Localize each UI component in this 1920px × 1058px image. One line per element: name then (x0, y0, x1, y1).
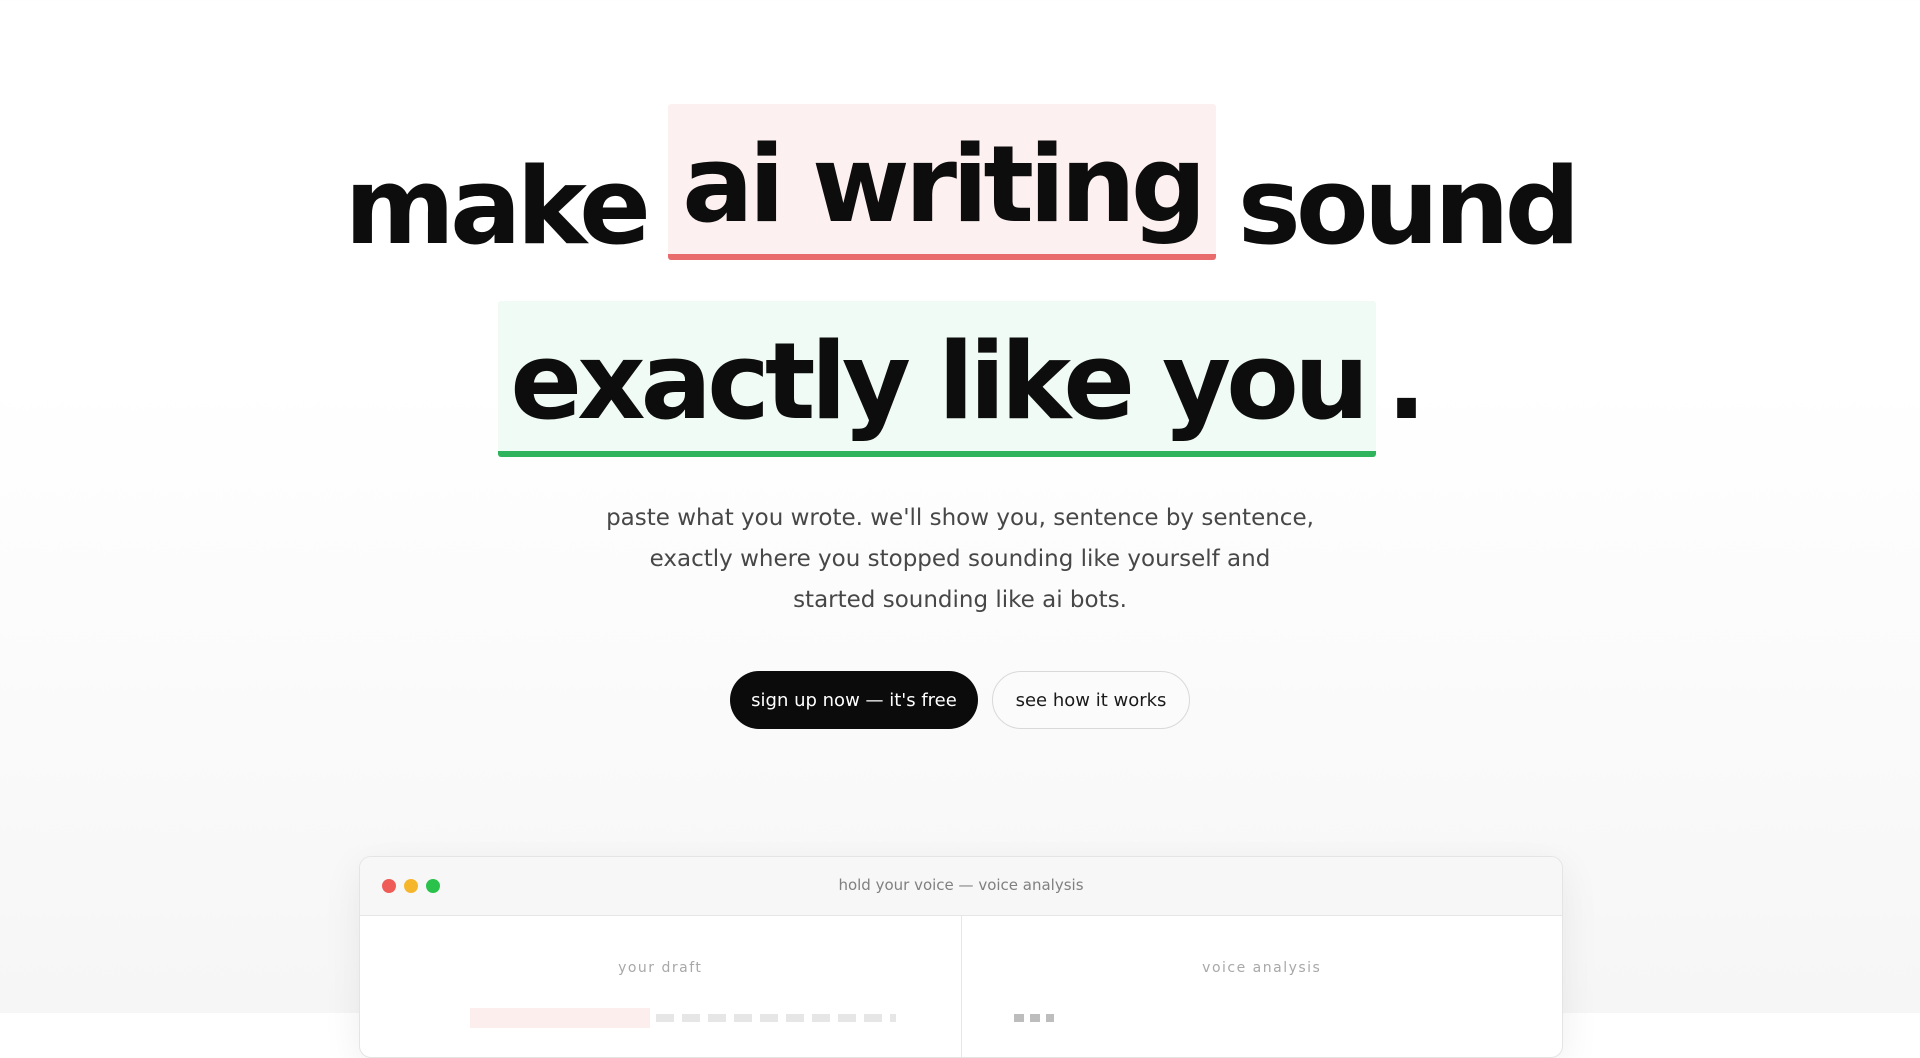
headline-highlight-ai-writing: ai writing (668, 104, 1216, 260)
cta-row: sign up now — it's free see how it works (0, 671, 1920, 729)
analysis-pane: voice analysis (962, 916, 1563, 1057)
headline-line-1: make ai writing sound (0, 104, 1920, 268)
subtitle-line-3: started sounding like ai bots. (793, 587, 1127, 613)
analysis-text-peek (1013, 1014, 1054, 1022)
see-how-it-works-button[interactable]: see how it works (992, 671, 1190, 729)
demo-window: hold your voice — voice analysis your dr… (359, 856, 1563, 1058)
subtitle-line-1: paste what you wrote. we'll show you, se… (606, 505, 1314, 531)
sign-up-button[interactable]: sign up now — it's free (730, 671, 978, 729)
draft-pane-label: your draft (618, 960, 703, 976)
demo-window-titlebar: hold your voice — voice analysis (360, 857, 1562, 916)
draft-pane: your draft (360, 916, 962, 1057)
headline-word-sound: sound (1237, 145, 1581, 268)
headline-line-2: exactly like you . (0, 301, 1920, 457)
headline-period: . (1386, 320, 1426, 443)
subtitle-line-2: exactly where you stopped sounding like … (649, 546, 1271, 572)
draft-text-peek (656, 1014, 896, 1022)
headline-word-make: make (344, 145, 652, 268)
demo-window-title: hold your voice — voice analysis (838, 876, 1084, 894)
analysis-pane-label: voice analysis (1202, 960, 1322, 976)
draft-highlight-peek (470, 1008, 650, 1028)
hero-subtitle: paste what you wrote. we'll show you, se… (560, 498, 1360, 621)
headline-highlight-exactly-like-you: exactly like you (498, 301, 1377, 457)
demo-panes: your draft voice analysis (360, 916, 1563, 1057)
